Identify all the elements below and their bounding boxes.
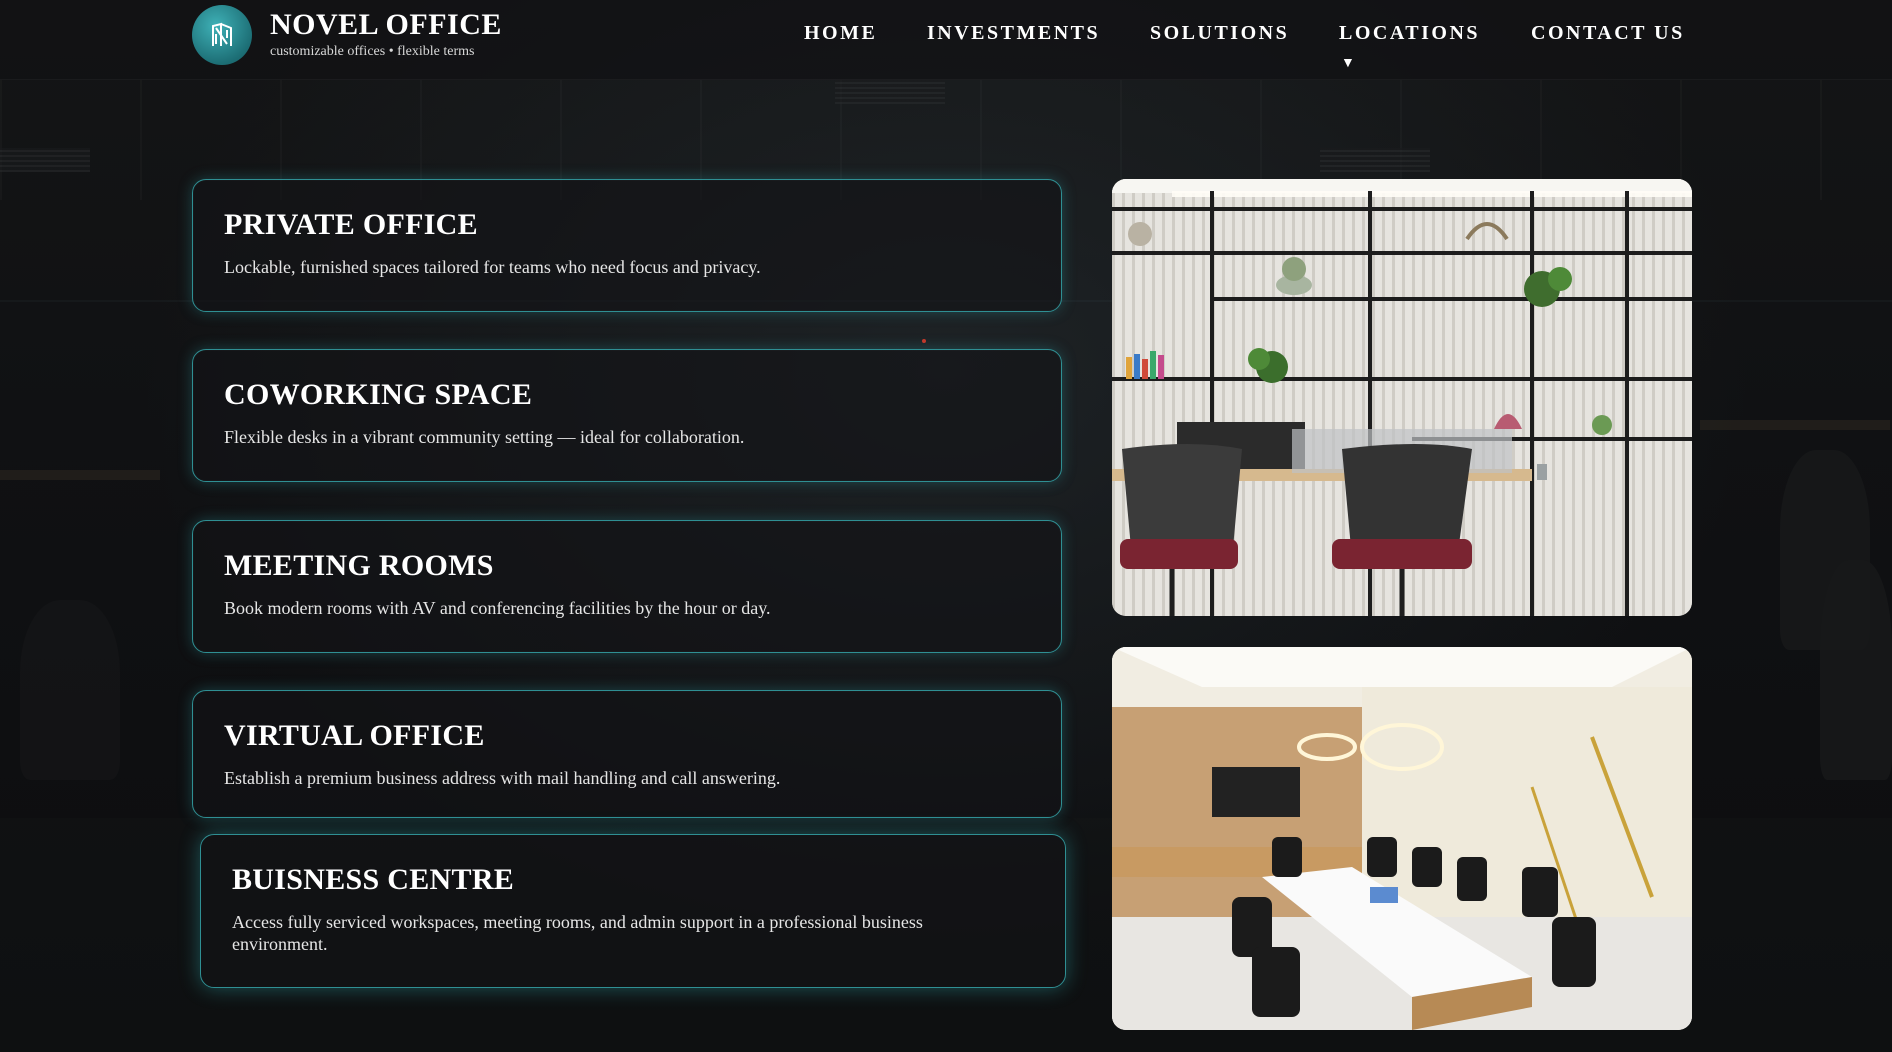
decorative-dot — [922, 339, 926, 343]
card-title: MEETING ROOMS — [224, 549, 494, 582]
card-title: PRIVATE OFFICE — [224, 208, 478, 241]
office-desk-shelves-photo — [1112, 179, 1692, 616]
service-card-business-centre[interactable]: BUISNESS CENTRE Access fully serviced wo… — [200, 834, 1066, 988]
card-title: BUISNESS CENTRE — [232, 863, 515, 896]
nav-investments[interactable]: INVESTMENTS — [927, 22, 1100, 45]
service-card-meeting-rooms[interactable]: MEETING ROOMS Book modern rooms with AV … — [192, 520, 1062, 653]
card-title: VIRTUAL OFFICE — [224, 719, 485, 752]
service-card-coworking-space[interactable]: COWORKING SPACE Flexible desks in a vibr… — [192, 349, 1062, 482]
nav-solutions[interactable]: SOLUTIONS — [1150, 22, 1289, 45]
office-illustration — [1112, 179, 1692, 616]
conference-illustration — [1112, 647, 1692, 1030]
nav-contact-us[interactable]: CONTACT US — [1531, 22, 1685, 45]
card-description: Lockable, furnished spaces tailored for … — [224, 257, 761, 277]
brand-title[interactable]: NOVEL OFFICE — [270, 8, 502, 42]
card-description: Book modern rooms with AV and conferenci… — [224, 598, 771, 618]
service-card-private-office[interactable]: PRIVATE OFFICE Lockable, furnished space… — [192, 179, 1062, 312]
brand-logo[interactable] — [192, 5, 252, 65]
card-description: Access fully serviced workspaces, meetin… — [232, 912, 923, 954]
card-title: COWORKING SPACE — [224, 378, 533, 411]
building-logo-icon — [212, 22, 232, 46]
top-navbar: NOVEL OFFICE customizable offices • flex… — [0, 0, 1892, 80]
card-description: Flexible desks in a vibrant community se… — [224, 427, 745, 447]
conference-room-photo — [1112, 647, 1692, 1030]
card-description: Establish a premium business address wit… — [224, 768, 781, 788]
nav-home[interactable]: HOME — [804, 22, 877, 45]
service-card-virtual-office[interactable]: VIRTUAL OFFICE Establish a premium busin… — [192, 690, 1062, 818]
brand-tagline: customizable offices • flexible terms — [270, 44, 475, 59]
nav-locations[interactable]: LOCATIONS — [1339, 22, 1480, 45]
chevron-down-icon[interactable]: ▼ — [1341, 56, 1355, 72]
